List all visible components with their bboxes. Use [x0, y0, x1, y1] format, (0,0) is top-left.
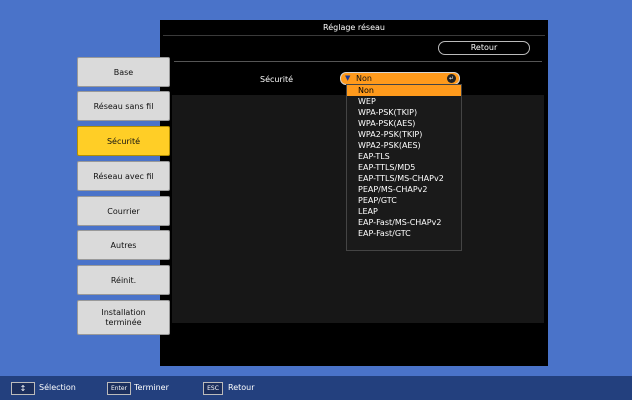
window-title: Réglage réseau [323, 23, 385, 32]
sidebar-item-reset[interactable]: Réinit. [77, 265, 170, 295]
security-option-eap-tls[interactable]: EAP-TLS [347, 151, 461, 162]
security-label: Sécurité [260, 75, 294, 84]
security-option-peap-gtc[interactable]: PEAP/GTC [347, 195, 461, 206]
enter-key-icon: Enter [107, 382, 131, 395]
sidebar-item-label: Réseau sans fil [93, 101, 154, 111]
help-bar: ↕ Sélection Enter Terminer ESC Retour [0, 376, 632, 400]
security-option-wpa2-psk-tkip[interactable]: WPA2-PSK(TKIP) [347, 129, 461, 140]
network-settings-panel: Réglage réseau Retour Sécurité ▼ Non ↵ N… [160, 20, 548, 366]
sidebar-item-label: Base [113, 67, 134, 77]
title-divider [163, 35, 545, 36]
security-option-wpa-psk-tkip[interactable]: WPA-PSK(TKIP) [347, 107, 461, 118]
enter-knob-icon: ↵ [447, 74, 456, 83]
security-option-eap-fast-mschapv2[interactable]: EAP-Fast/MS-CHAPv2 [347, 217, 461, 228]
sidebar-item-label: Réseau avec fil [93, 171, 154, 181]
back-button[interactable]: Retour [438, 41, 530, 55]
security-option-peap-mschapv2[interactable]: PEAP/MS-CHAPv2 [347, 184, 461, 195]
esc-key-icon: ESC [203, 382, 223, 395]
security-options-list: Non WEP WPA-PSK(TKIP) WPA-PSK(AES) WPA2-… [346, 84, 462, 251]
back-hint: Retour [228, 383, 255, 392]
sidebar-item-base[interactable]: Base [77, 57, 170, 87]
sidebar-item-wireless-network[interactable]: Réseau sans fil [77, 91, 170, 121]
sidebar-item-label: Autres [110, 240, 137, 250]
sidebar-item-label: Installation terminée [101, 307, 146, 327]
security-option-leap[interactable]: LEAP [347, 206, 461, 217]
section-divider [174, 61, 542, 62]
sidebar-item-security[interactable]: Sécurité [77, 126, 170, 156]
security-option-eap-ttls-mschapv2[interactable]: EAP-TTLS/MS-CHAPv2 [347, 173, 461, 184]
security-option-wpa-psk-aes[interactable]: WPA-PSK(AES) [347, 118, 461, 129]
security-option-eap-ttls-md5[interactable]: EAP-TTLS/MD5 [347, 162, 461, 173]
sidebar-item-label: Réinit. [110, 275, 137, 285]
sidebar-item-others[interactable]: Autres [77, 230, 170, 260]
security-selected-value: Non [356, 74, 372, 83]
updown-arrow-icon: ↕ [11, 382, 35, 395]
security-option-eap-fast-gtc[interactable]: EAP-Fast/GTC [347, 228, 461, 239]
security-option-wpa2-psk-aes[interactable]: WPA2-PSK(AES) [347, 140, 461, 151]
select-hint: Sélection [39, 383, 76, 392]
security-option-non[interactable]: Non [347, 85, 461, 96]
sidebar-item-mail[interactable]: Courrier [77, 196, 170, 226]
security-option-wep[interactable]: WEP [347, 96, 461, 107]
sidebar-item-setup-complete[interactable]: Installation terminée [77, 300, 170, 335]
sidebar-item-wired-network[interactable]: Réseau avec fil [77, 161, 170, 191]
sidebar-item-label: Sécurité [106, 136, 141, 146]
finish-hint: Terminer [134, 383, 169, 392]
sidebar-item-label: Courrier [107, 206, 140, 216]
dropdown-arrow-icon: ▼ [345, 74, 351, 82]
